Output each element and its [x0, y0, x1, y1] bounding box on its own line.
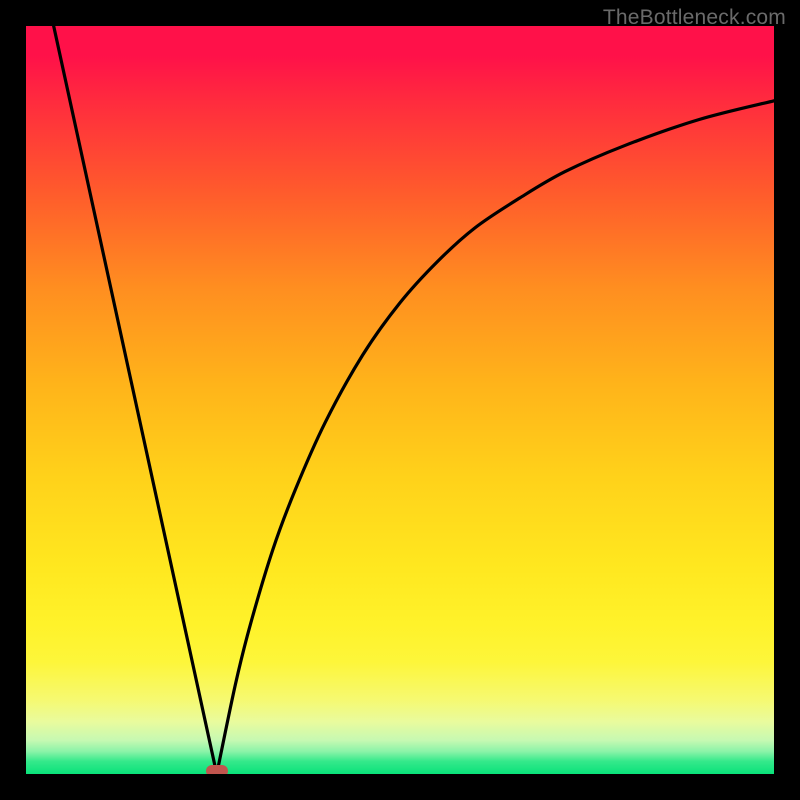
watermark-text: TheBottleneck.com: [603, 6, 786, 30]
plot-area: [26, 26, 774, 774]
bottleneck-curve: [26, 26, 774, 774]
minimum-marker: [206, 765, 228, 774]
chart-frame: TheBottleneck.com: [0, 0, 800, 800]
